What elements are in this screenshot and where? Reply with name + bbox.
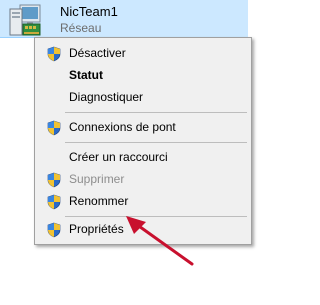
menu-item-diagnostiquer[interactable]: Diagnostiquer xyxy=(37,87,249,109)
menu-item-label: Connexions de pont xyxy=(69,120,176,134)
menu-separator xyxy=(65,142,247,143)
menu-item-label: Propriétés xyxy=(69,222,124,236)
menu-item-label: Créer un raccourci xyxy=(69,150,168,164)
menu-item-connexions-de-pont[interactable]: Connexions de pont xyxy=(37,117,249,139)
menu-item-label: Statut xyxy=(69,68,103,82)
menu-item-label: Diagnostiquer xyxy=(69,90,144,104)
menu-item-statut[interactable]: Statut xyxy=(37,65,249,87)
menu-item-supprimer: Supprimer xyxy=(37,169,249,191)
menu-item-creer-raccourci[interactable]: Créer un raccourci xyxy=(37,147,249,169)
network-adapter-icon xyxy=(9,4,41,36)
uac-shield-icon xyxy=(47,172,61,188)
uac-shield-icon xyxy=(47,46,61,62)
menu-item-label: Désactiver xyxy=(69,46,126,60)
desktop-canvas: NicTeam1 Réseau Désactiver Statut Diagno… xyxy=(0,0,264,305)
network-item-name: NicTeam1 xyxy=(60,4,118,19)
menu-item-label: Renommer xyxy=(69,194,129,208)
network-item-subtitle: Réseau xyxy=(60,21,102,35)
network-item-nicteam1[interactable]: NicTeam1 Réseau xyxy=(0,0,248,38)
menu-separator xyxy=(65,112,247,113)
menu-item-desactiver[interactable]: Désactiver xyxy=(37,43,249,65)
menu-item-label: Supprimer xyxy=(69,172,125,186)
uac-shield-icon xyxy=(47,222,61,238)
uac-shield-icon xyxy=(47,120,61,136)
red-arrow-icon xyxy=(126,216,194,266)
uac-shield-icon xyxy=(47,194,61,210)
